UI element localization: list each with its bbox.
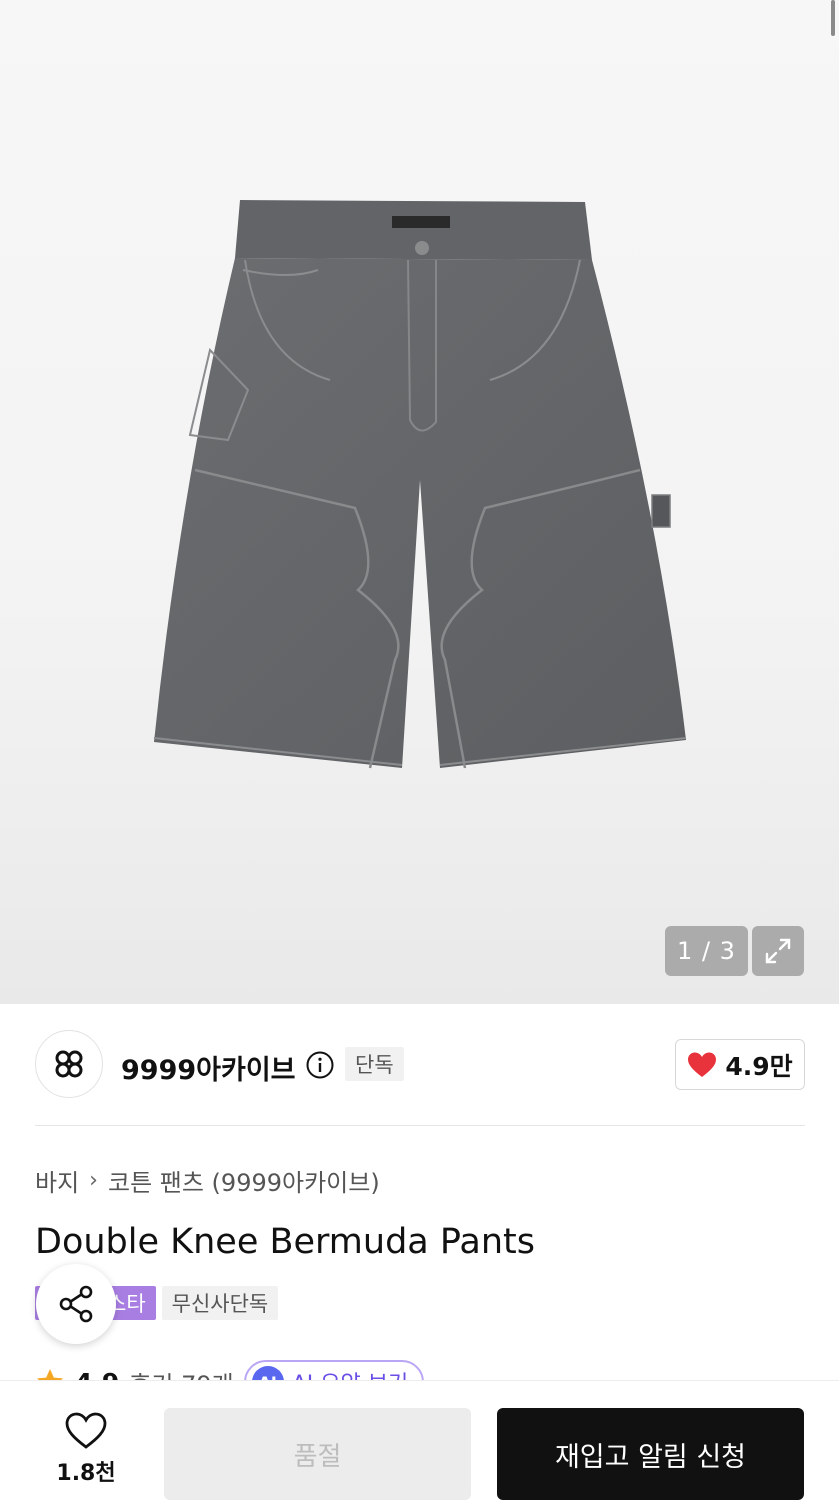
- tag-musinsa-exclusive: 무신사단독: [161, 1286, 279, 1320]
- like-count: 4.9만: [725, 1051, 793, 1081]
- scrollbar-thumb[interactable]: [831, 0, 835, 36]
- breadcrumb-subcategory[interactable]: 코튼 팬츠 (9999아카이브): [108, 1163, 380, 1198]
- share-button[interactable]: [36, 1264, 116, 1344]
- breadcrumb: 바지 › 코튼 팬츠 (9999아카이브): [35, 1163, 380, 1198]
- chevron-right-icon: ›: [89, 1168, 98, 1193]
- soldout-button[interactable]: 품절: [164, 1408, 471, 1500]
- product-image-gallery[interactable]: 1 / 3: [0, 0, 839, 1004]
- info-icon[interactable]: [305, 1050, 335, 1080]
- restock-alert-button[interactable]: 재입고 알림 신청: [497, 1408, 804, 1500]
- heart-outline-icon: [65, 1412, 107, 1449]
- heart-filled-icon: [688, 1052, 717, 1077]
- expand-arrows-icon: [765, 938, 791, 964]
- brand-row: 9999아카이브 단독 4.9만: [35, 1030, 805, 1100]
- wishlist-button[interactable]: 1.8천: [40, 1411, 132, 1495]
- breadcrumb-category[interactable]: 바지: [35, 1163, 79, 1198]
- image-counter: 1 / 3: [665, 926, 748, 976]
- brand-name[interactable]: 9999아카이브: [121, 1048, 296, 1087]
- gray-bermuda-shorts-image: [153, 200, 687, 769]
- bottom-action-bar: 1.8천 품절 재입고 알림 신청: [0, 1380, 839, 1500]
- share-icon: [59, 1285, 93, 1323]
- brand-logo-icon: [55, 1050, 83, 1078]
- brand-logo[interactable]: [35, 1030, 103, 1098]
- product-title: Double Knee Bermuda Pants: [35, 1222, 535, 1262]
- expand-button[interactable]: [752, 926, 804, 976]
- exclusive-tag: 단독: [345, 1047, 404, 1081]
- divider: [35, 1125, 805, 1126]
- brand-like-button[interactable]: 4.9만: [675, 1039, 805, 1090]
- wishlist-count: 1.8천: [56, 1461, 116, 1486]
